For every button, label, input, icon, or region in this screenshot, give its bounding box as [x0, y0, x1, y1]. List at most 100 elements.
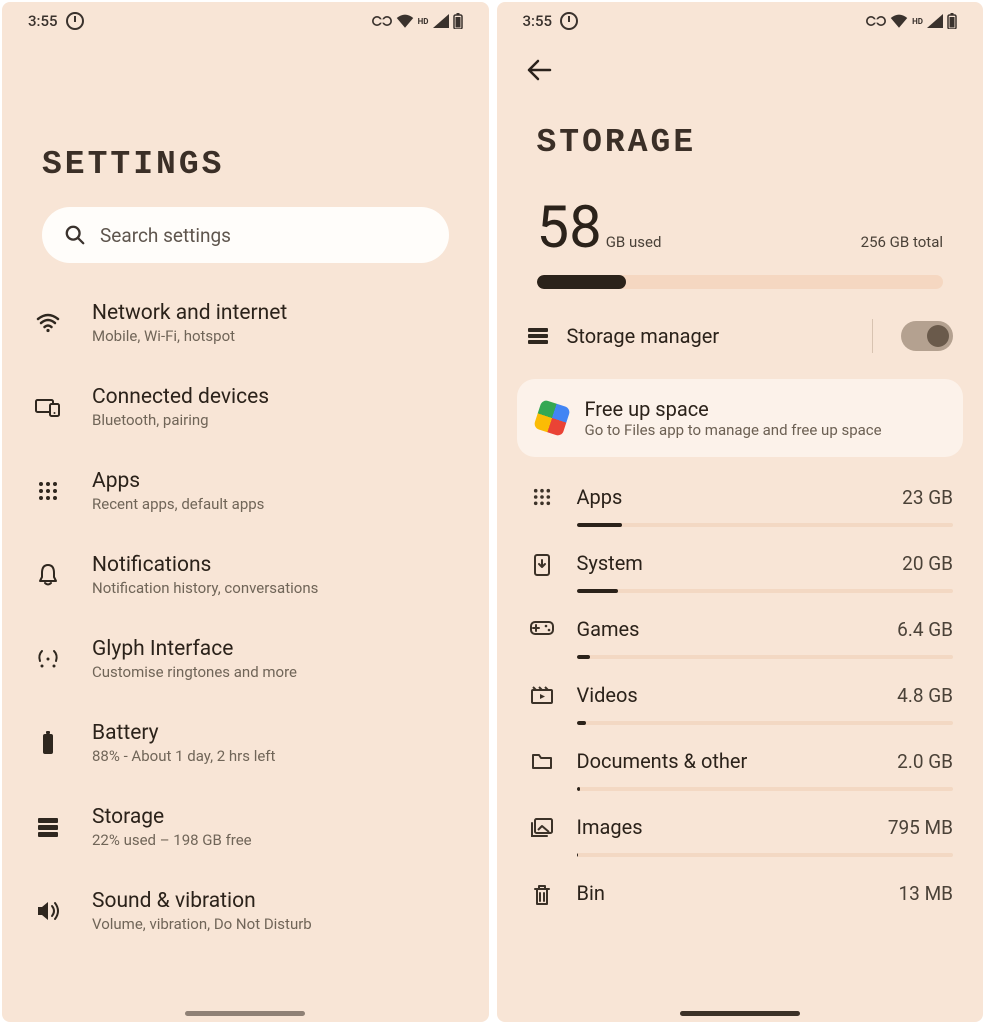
item-title: Sound & vibration [92, 889, 465, 913]
freeup-sub: Go to Files app to manage and free up sp… [585, 421, 882, 439]
item-sub: 22% used – 198 GB free [92, 831, 465, 849]
apps-grid-icon [533, 488, 551, 506]
battery-icon [453, 13, 463, 29]
settings-item-apps[interactable]: Apps Recent apps, default apps [2, 449, 489, 533]
cat-bar-fill [577, 721, 587, 725]
cat-name: Images [577, 815, 643, 839]
wifi-icon [36, 313, 60, 333]
phone-storage: 3:55 HD STORAGE 58GB used 256 GB total [497, 2, 984, 1022]
storage-summary: 58GB used 256 GB total [497, 185, 984, 299]
system-icon [534, 554, 550, 576]
status-time: 3:55 [523, 12, 553, 30]
glyph-icon [36, 647, 60, 671]
settings-item-notifications[interactable]: Notifications Notification history, conve… [2, 533, 489, 617]
signal-icon [433, 14, 449, 28]
vpn-icon [372, 15, 392, 27]
image-icon [531, 818, 553, 838]
signal-icon [927, 14, 943, 28]
search-placeholder: Search settings [100, 224, 231, 247]
category-images[interactable]: Images 795 MB [527, 801, 954, 867]
cat-name: Bin [577, 881, 605, 905]
storage-icon [527, 327, 549, 345]
folder-icon [531, 752, 553, 770]
cat-name: Videos [577, 683, 638, 707]
cat-size: 4.8 GB [897, 684, 953, 707]
cat-size: 795 MB [888, 816, 953, 839]
storage-categories: Apps 23 GB System 20 GB Games 6.4 GB Videos… [497, 471, 984, 906]
battery-icon [41, 731, 55, 755]
devices-icon [35, 397, 61, 417]
settings-item-connected-devices[interactable]: Connected devicesBluetooth, pairing [2, 365, 489, 449]
item-title: Glyph Interface [92, 637, 465, 661]
item-title: Storage [92, 805, 465, 829]
settings-item-sound[interactable]: Sound & vibration Volume, vibration, Do N… [2, 869, 489, 953]
item-sub: Volume, vibration, Do Not Disturb [92, 915, 465, 933]
category-games[interactable]: Games 6.4 GB [527, 603, 954, 669]
freeup-title: Free up space [585, 397, 882, 421]
separator [872, 319, 873, 353]
page-title: STORAGE [497, 124, 984, 185]
cat-size: 23 GB [902, 486, 953, 509]
storage-manager-toggle[interactable] [901, 321, 953, 351]
category-videos[interactable]: Videos 4.8 GB [527, 669, 954, 735]
storage-manager-label: Storage manager [567, 324, 845, 348]
gesture-bar[interactable] [185, 1011, 305, 1016]
storage-manager-row[interactable]: Storage manager [497, 299, 984, 373]
category-system[interactable]: System 20 GB [527, 537, 954, 603]
battery-icon [947, 13, 957, 29]
cat-name: Apps [577, 485, 623, 509]
arrow-left-icon [526, 59, 552, 81]
item-sub: Notification history, conversations [92, 579, 465, 597]
vpn-icon [866, 15, 886, 27]
item-sub: 88% - About 1 day, 2 hrs left [92, 747, 465, 765]
item-sub: Mobile, Wi-Fi, hotspot [92, 327, 465, 345]
cat-name: System [577, 551, 643, 575]
cat-bar-fill [577, 655, 590, 659]
status-bar: 3:55 HD [497, 2, 984, 36]
category-apps[interactable]: Apps 23 GB [527, 471, 954, 537]
storage-progress-bar [537, 275, 944, 289]
clock-icon [66, 12, 84, 30]
settings-item-battery[interactable]: Battery 88% - About 1 day, 2 hrs left [2, 701, 489, 785]
hd-icon: HD [912, 17, 923, 26]
storage-used-unit: GB used [606, 233, 662, 251]
cat-name: Games [577, 617, 640, 641]
page-title: SETTINGS [2, 146, 489, 207]
bell-icon [37, 563, 59, 587]
video-icon [531, 686, 553, 704]
hd-icon: HD [418, 17, 429, 26]
gesture-bar[interactable] [680, 1011, 800, 1016]
item-title: Battery [92, 721, 465, 745]
cat-size: 2.0 GB [897, 750, 953, 773]
wifi-icon [396, 14, 414, 28]
wifi-icon [890, 14, 908, 28]
category-bin[interactable]: Bin13 MB [527, 867, 954, 906]
item-title: Network and internet [92, 301, 465, 325]
item-title: Notifications [92, 553, 465, 577]
category-documents[interactable]: Documents & other 2.0 GB [527, 735, 954, 801]
item-title: Apps [92, 469, 465, 493]
item-title: Connected devices [92, 385, 465, 409]
files-app-icon [533, 399, 571, 437]
status-bar: 3:55 HD [2, 2, 489, 36]
storage-used-number: 58 [537, 199, 602, 257]
settings-item-storage[interactable]: Storage 22% used – 198 GB free [2, 785, 489, 869]
free-up-space[interactable]: Free up space Go to Files app to manage … [517, 379, 964, 457]
storage-icon [37, 817, 59, 837]
search-input[interactable]: Search settings [42, 207, 449, 263]
item-sub: Recent apps, default apps [92, 495, 465, 513]
cat-size: 20 GB [902, 552, 953, 575]
cat-bar-fill [577, 523, 622, 527]
apps-grid-icon [38, 481, 58, 501]
status-time: 3:55 [28, 12, 58, 30]
settings-item-glyph[interactable]: Glyph Interface Customise ringtones and m… [2, 617, 489, 701]
gamepad-icon [530, 620, 554, 636]
cat-name: Documents & other [577, 749, 748, 773]
cat-size: 6.4 GB [897, 618, 953, 641]
cat-bar-fill [577, 853, 579, 857]
phone-settings: 3:55 HD SETTINGS Search settings Network… [2, 2, 489, 1022]
back-button[interactable] [519, 50, 559, 90]
settings-item-network[interactable]: Network and internet Mobile, Wi-Fi, hotsp… [2, 281, 489, 365]
cat-bar-fill [577, 787, 581, 791]
item-sub: Customise ringtones and more [92, 663, 465, 681]
